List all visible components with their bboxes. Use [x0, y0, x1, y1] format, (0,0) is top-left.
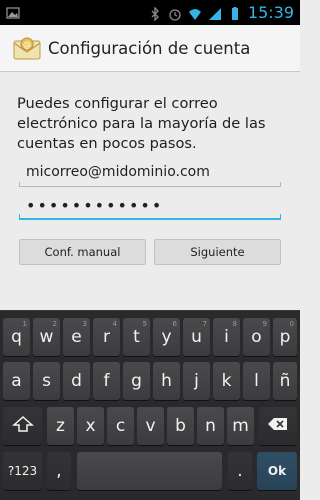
key-s[interactable]: s: [33, 362, 60, 400]
key-b[interactable]: b: [167, 407, 194, 445]
next-button[interactable]: Siguiente: [154, 239, 281, 265]
key-d[interactable]: d: [63, 362, 90, 400]
key-z[interactable]: z: [47, 407, 74, 445]
status-bar: 15:39: [0, 0, 300, 25]
key-a[interactable]: a: [3, 362, 30, 400]
symbols-key[interactable]: ?123: [3, 452, 42, 490]
key-r[interactable]: r4: [93, 318, 120, 356]
key-q[interactable]: q1: [3, 318, 30, 356]
backspace-key[interactable]: [259, 407, 297, 445]
password-field[interactable]: [19, 190, 281, 218]
email-field-edge-right: [280, 182, 281, 187]
email-envelope-icon[interactable]: @: [12, 35, 42, 61]
manual-setup-button[interactable]: Conf. manual: [19, 239, 146, 265]
key-c[interactable]: c: [107, 407, 134, 445]
email-field-edge-left: [19, 182, 20, 187]
key-n[interactable]: n: [197, 407, 224, 445]
key-u[interactable]: u7: [183, 318, 210, 356]
key-n-tilde[interactable]: ñ: [273, 362, 297, 400]
account-setup-form: Puedes configurar el correo electrónico …: [0, 72, 300, 310]
email-field-underline: [19, 186, 281, 187]
key-o[interactable]: o9: [243, 318, 270, 356]
key-g[interactable]: g: [123, 362, 150, 400]
password-field-edge-right: [280, 214, 281, 219]
ok-key[interactable]: Ok: [257, 452, 297, 490]
battery-icon: [228, 6, 242, 20]
svg-text:@: @: [23, 40, 31, 49]
intro-text: Puedes configurar el correo electrónico …: [17, 95, 266, 152]
key-f[interactable]: f: [93, 362, 120, 400]
wifi-icon: [188, 6, 202, 20]
key-v[interactable]: v: [137, 407, 164, 445]
alarm-icon: [168, 6, 182, 21]
key-j[interactable]: j: [183, 362, 210, 400]
space-key[interactable]: [77, 452, 222, 490]
soft-keyboard: q1 w2 e3 r4 t5 y6 u7 i8 o9 p0 a s d f g …: [0, 310, 300, 500]
password-field-edge-left: [19, 214, 20, 219]
key-m[interactable]: m: [227, 407, 254, 445]
key-t[interactable]: t5: [123, 318, 150, 356]
comma-key[interactable]: ,: [47, 452, 71, 490]
key-w[interactable]: w2: [33, 318, 60, 356]
signal-icon: [208, 6, 222, 20]
email-field[interactable]: [19, 158, 281, 186]
clock: 15:39: [247, 3, 294, 22]
period-key[interactable]: .: [228, 452, 252, 490]
page-title: Configuración de cuenta: [48, 38, 251, 58]
image-notification-icon: [6, 5, 20, 19]
shift-arrow-icon: [11, 415, 34, 438]
backspace-icon: [267, 415, 289, 438]
password-field-underline: [19, 218, 281, 220]
key-y[interactable]: y6: [153, 318, 180, 356]
shift-key[interactable]: [3, 407, 42, 445]
key-l[interactable]: l: [243, 362, 270, 400]
key-k[interactable]: k: [213, 362, 240, 400]
key-i[interactable]: i8: [213, 318, 240, 356]
key-h[interactable]: h: [153, 362, 180, 400]
bluetooth-icon: [148, 5, 162, 22]
key-e[interactable]: e3: [63, 318, 90, 356]
key-x[interactable]: x: [77, 407, 104, 445]
action-bar: @ Configuración de cuenta: [0, 25, 300, 72]
key-p[interactable]: p0: [273, 318, 297, 356]
